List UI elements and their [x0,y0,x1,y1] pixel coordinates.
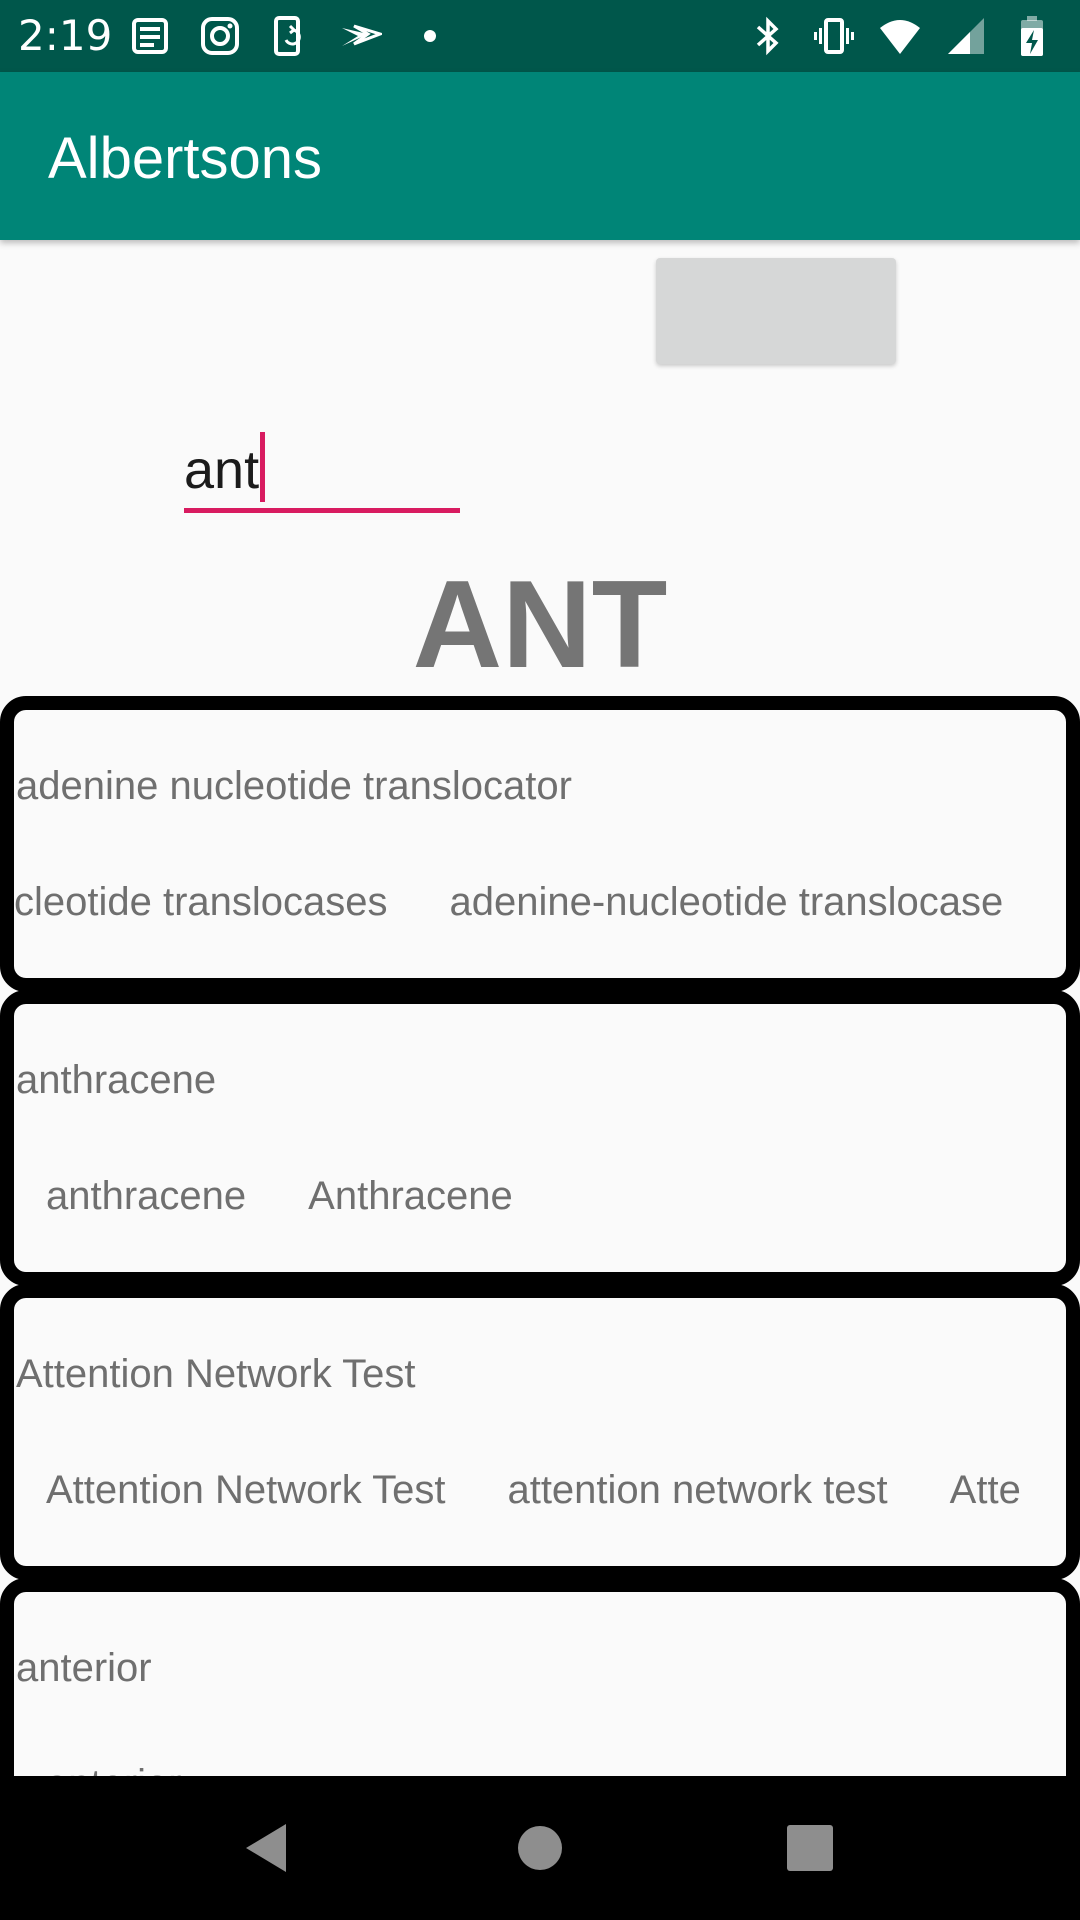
variant-row[interactable]: anterior [46,1760,244,1776]
variant-chip[interactable]: Anthracene [308,1172,513,1220]
search-underline [184,508,460,513]
result-card-title: Attention Network Test [16,1352,416,1396]
variant-chip[interactable]: Atte [950,1466,1021,1514]
result-card[interactable]: Attention Network Test Attention Network… [0,1284,1080,1580]
dot-icon [408,14,452,58]
variant-chip[interactable]: anthracene [46,1172,246,1220]
screen: 2:19 Albertsons ant ANT adenine nucleoti… [0,0,1080,1920]
signal-icon [944,14,988,58]
search-input-value: ant [184,440,260,500]
result-card[interactable]: adenine nucleotide translocator cleotide… [0,696,1080,992]
recents-icon[interactable] [774,1812,846,1884]
variant-chip[interactable]: adenine-nucleotide translocase [450,878,1004,926]
variant-row[interactable]: anthracene Anthracene [46,1172,575,1228]
vibrate-icon [812,14,856,58]
battery-charging-icon [1010,14,1054,58]
result-card[interactable]: anterior anterior [0,1578,1080,1776]
results-list[interactable]: adenine nucleotide translocator cleotide… [0,696,1080,1776]
status-time: 2:19 [18,11,113,60]
variant-row[interactable]: Attention Network Test attention network … [46,1466,1066,1522]
news-icon [128,14,172,58]
abbreviation-heading: ANT [412,556,668,694]
result-card-title: anthracene [16,1058,217,1102]
result-card-title: anterior [16,1646,152,1690]
search-input[interactable]: ant [184,420,460,516]
text-cursor [260,432,265,502]
result-card-title: adenine nucleotide translocator [16,764,572,808]
bluetooth-icon [746,14,790,58]
variant-chip[interactable]: Attention Network Test [46,1466,445,1514]
variant-chip[interactable]: cleotide translocases [14,878,388,926]
variant-chip[interactable]: anterior [46,1760,182,1776]
app-title: Albertsons [48,126,323,191]
phone-sync-icon [268,14,312,58]
app-bar: Albertsons [0,72,1080,240]
variant-chip[interactable]: attention network test [507,1466,887,1514]
variant-row[interactable]: cleotide translocases adenine-nucleotide … [14,878,1065,934]
wifi-icon [878,14,922,58]
sprint-icon [338,14,382,58]
home-icon[interactable] [504,1812,576,1884]
instagram-icon [198,14,242,58]
status-bar: 2:19 [0,0,1080,72]
notification-icons [128,14,452,58]
navigation-bar [0,1776,1080,1920]
result-card[interactable]: anthracene anthracene Anthracene [0,990,1080,1286]
back-icon[interactable] [232,1812,304,1884]
action-button[interactable] [656,258,896,364]
system-icons [746,14,1054,58]
